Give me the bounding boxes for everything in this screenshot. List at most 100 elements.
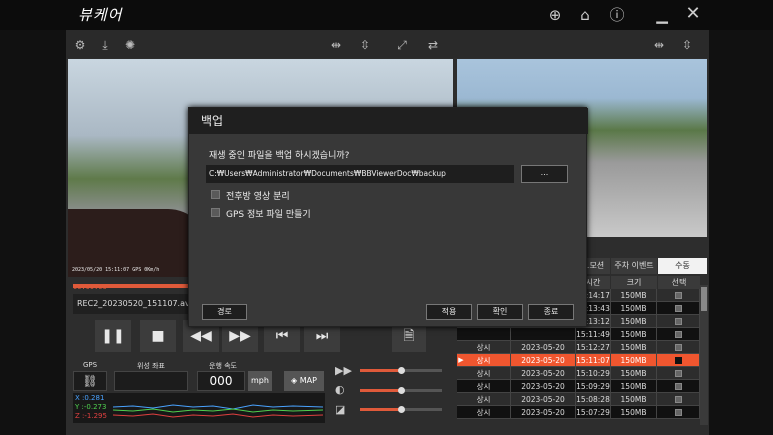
info-icon[interactable]: ⓘ — [606, 5, 628, 25]
row-select-checkbox[interactable] — [657, 380, 700, 393]
speed-unit[interactable]: mph — [248, 371, 272, 391]
path-button[interactable]: 경로 — [202, 304, 247, 320]
speed-label: 운행 속도 — [209, 362, 237, 370]
map-label: MAP — [299, 376, 317, 385]
row-select-checkbox[interactable] — [657, 289, 700, 302]
cell-size: 150MB — [611, 367, 657, 380]
close-icon[interactable]: ✕ — [682, 4, 704, 24]
row-select-checkbox[interactable] — [657, 341, 700, 354]
cell-size: 150MB — [611, 341, 657, 354]
table-row[interactable]: 상시 2023-05-20 15:12:27 150MB — [457, 341, 700, 354]
close-button[interactable]: 종료 — [528, 304, 574, 320]
brightness-slider[interactable] — [360, 387, 442, 394]
contrast-icon: ◪ — [335, 403, 346, 416]
cell-type: 상시 — [457, 341, 511, 354]
scrollbar-thumb[interactable] — [701, 287, 707, 311]
col-header-size: 크기 — [611, 276, 657, 289]
split-horizontal-icon-right[interactable]: ⇹ — [650, 36, 668, 54]
table-row[interactable]: 상시 2023-05-20 15:10:29 150MB — [457, 367, 700, 380]
split-video-label: 전후방 영상 분리 — [226, 192, 290, 202]
backup-dialog: 백업 재생 중인 파일을 백업 하시겠습니까? C:₩Users₩Adminis… — [188, 107, 588, 327]
cell-time: 15:09:29 — [576, 380, 611, 393]
ok-button[interactable]: 확인 — [477, 304, 523, 320]
gps-label: GPS — [82, 361, 98, 369]
cell-date: 2023-05-20 — [511, 367, 576, 380]
tab-parking-event[interactable]: 주차 이벤트 — [611, 258, 657, 274]
backup-path-input[interactable]: C:₩Users₩Administrator₩Documents₩BBViewe… — [206, 165, 514, 183]
cell-date: 2023-05-20 — [511, 380, 576, 393]
z-axis-value: Z :-1.295 — [75, 412, 107, 420]
row-select-checkbox[interactable] — [657, 393, 700, 406]
cell-time: 15:07:29 — [576, 406, 611, 419]
minimize-icon[interactable]: ▁ — [651, 5, 673, 25]
cell-type: 상시 — [457, 406, 511, 419]
cell-size: 150MB — [611, 354, 657, 367]
y-axis-value: Y :-0.273 — [75, 403, 107, 411]
speed-value: 000 — [197, 371, 245, 391]
table-row[interactable]: 상시 2023-05-20 15:08:28 150MB — [457, 393, 700, 406]
cell-size: 150MB — [611, 289, 657, 302]
cell-size: 150MB — [611, 393, 657, 406]
cell-date: 2023-05-20 — [511, 393, 576, 406]
g-sensor-lines — [112, 404, 324, 418]
split-video-checkbox[interactable] — [211, 190, 220, 199]
map-icon: ◈ — [291, 376, 298, 385]
home-icon[interactable]: ⌂ — [574, 5, 596, 25]
app-logo: 뷰케어 — [78, 6, 123, 24]
split-horizontal-icon[interactable]: ⇹ — [327, 36, 345, 54]
map-button[interactable]: ◈ MAP — [284, 371, 324, 391]
cell-time: 15:12:27 — [576, 341, 611, 354]
row-select-checkbox[interactable] — [657, 315, 700, 328]
list-scrollbar[interactable] — [700, 285, 708, 425]
pause-button[interactable]: ❚❚ — [95, 320, 131, 352]
cell-date: 2023-05-20 — [511, 354, 576, 367]
split-vertical-icon[interactable]: ⇳ — [356, 36, 374, 54]
table-row[interactable]: 상시 2023-05-20 15:09:29 150MB — [457, 380, 700, 393]
volume-slider[interactable] — [360, 367, 442, 374]
volume-icon: ▶▶ — [335, 364, 352, 377]
table-row[interactable]: 상시 2023-05-20 15:07:29 150MB — [457, 406, 700, 419]
globe-icon[interactable]: ⊕ — [544, 5, 566, 25]
video-timestamp: 2023/05/20 15:11:07 GPS 0Km/h — [72, 267, 160, 273]
aperture-icon[interactable]: ✺ — [121, 36, 139, 54]
browse-button[interactable]: ... — [521, 165, 568, 183]
cell-time: 15:11:49 — [576, 328, 611, 341]
cell-size: 150MB — [611, 315, 657, 328]
dialog-question: 재생 중인 파일을 백업 하시겠습니까? — [209, 151, 350, 161]
stop-button[interactable]: ■ — [140, 320, 176, 352]
coords-label: 위성 좌표 — [137, 362, 165, 370]
cell-time: 15:11:07 — [576, 354, 611, 367]
timecode: 00:00:06 — [73, 283, 107, 291]
cell-time: 15:10:29 — [576, 367, 611, 380]
swap-icon[interactable]: ⇄ — [424, 36, 442, 54]
settings-icon[interactable]: ⚙ — [71, 36, 89, 54]
col-header-select: 선택 — [658, 276, 700, 289]
fullscreen-icon[interactable]: ⤢ — [393, 36, 411, 54]
toolbar — [66, 30, 709, 58]
cell-size: 150MB — [611, 406, 657, 419]
row-select-checkbox[interactable] — [657, 302, 700, 315]
row-select-checkbox[interactable] — [657, 354, 700, 367]
gps-file-checkbox[interactable] — [211, 208, 220, 217]
coords-display — [114, 371, 188, 391]
x-axis-value: X :0.281 — [75, 394, 105, 402]
cell-type: 상시 — [457, 393, 511, 406]
tab-manual[interactable]: 수동 — [658, 258, 707, 274]
split-vertical-icon-right[interactable]: ⇳ — [678, 36, 696, 54]
table-row[interactable]: 15:11:49 150MB — [457, 328, 700, 341]
row-select-checkbox[interactable] — [657, 406, 700, 419]
cell-date: 2023-05-20 — [511, 341, 576, 354]
cell-type: 상시 — [457, 380, 511, 393]
cell-type — [457, 328, 511, 341]
contrast-slider[interactable] — [360, 406, 442, 413]
gps-off-icon: ⛓ — [73, 371, 107, 391]
cell-date — [511, 328, 576, 341]
row-select-checkbox[interactable] — [657, 328, 700, 341]
cell-date: 2023-05-20 — [511, 406, 576, 419]
download-icon[interactable]: ⤓ — [96, 36, 114, 54]
g-sensor-graph — [73, 393, 325, 423]
table-row[interactable]: ▶ 상시 2023-05-20 15:11:07 150MB — [457, 354, 700, 367]
cell-size: 150MB — [611, 380, 657, 393]
row-select-checkbox[interactable] — [657, 367, 700, 380]
apply-button[interactable]: 적용 — [426, 304, 472, 320]
